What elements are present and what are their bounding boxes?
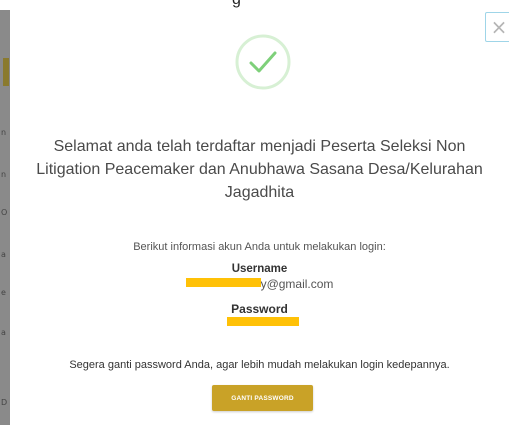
registration-success-modal: × Selamat anda telah terdaftar menjadi P… — [10, 10, 509, 425]
background-fragment: e — [1, 288, 6, 297]
background-fragment: n — [1, 170, 7, 179]
background-fragment: a — [1, 328, 6, 337]
background-fragment: O — [1, 208, 8, 217]
background-fragment: a — [1, 250, 6, 259]
background-page-text: g — [232, 0, 241, 9]
background-page-left-strip: n n O a e a D — [0, 10, 10, 425]
username-value: y@gmail.com — [30, 277, 489, 293]
change-password-note: Segera ganti password Anda, agar lebih m… — [69, 359, 450, 371]
username-visible-text: y@gmail.com — [260, 277, 334, 291]
background-fragment: n — [1, 128, 7, 137]
success-headline: Selamat anda telah terdaftar menjadi Pes… — [36, 138, 483, 201]
background-accent-block — [3, 58, 9, 86]
username-redaction — [185, 278, 261, 288]
account-info-intro: Berikut informasi akun Anda untuk melaku… — [133, 241, 386, 253]
background-page-top: g — [0, 0, 509, 10]
username-label: Username — [231, 263, 288, 275]
password-redaction — [227, 317, 299, 326]
check-circle-icon — [235, 34, 291, 90]
change-password-button[interactable]: GANTI PASSWORD — [212, 385, 313, 411]
background-fragment: D — [1, 398, 8, 407]
close-icon[interactable]: × — [485, 12, 509, 42]
password-label: Password — [231, 302, 288, 316]
